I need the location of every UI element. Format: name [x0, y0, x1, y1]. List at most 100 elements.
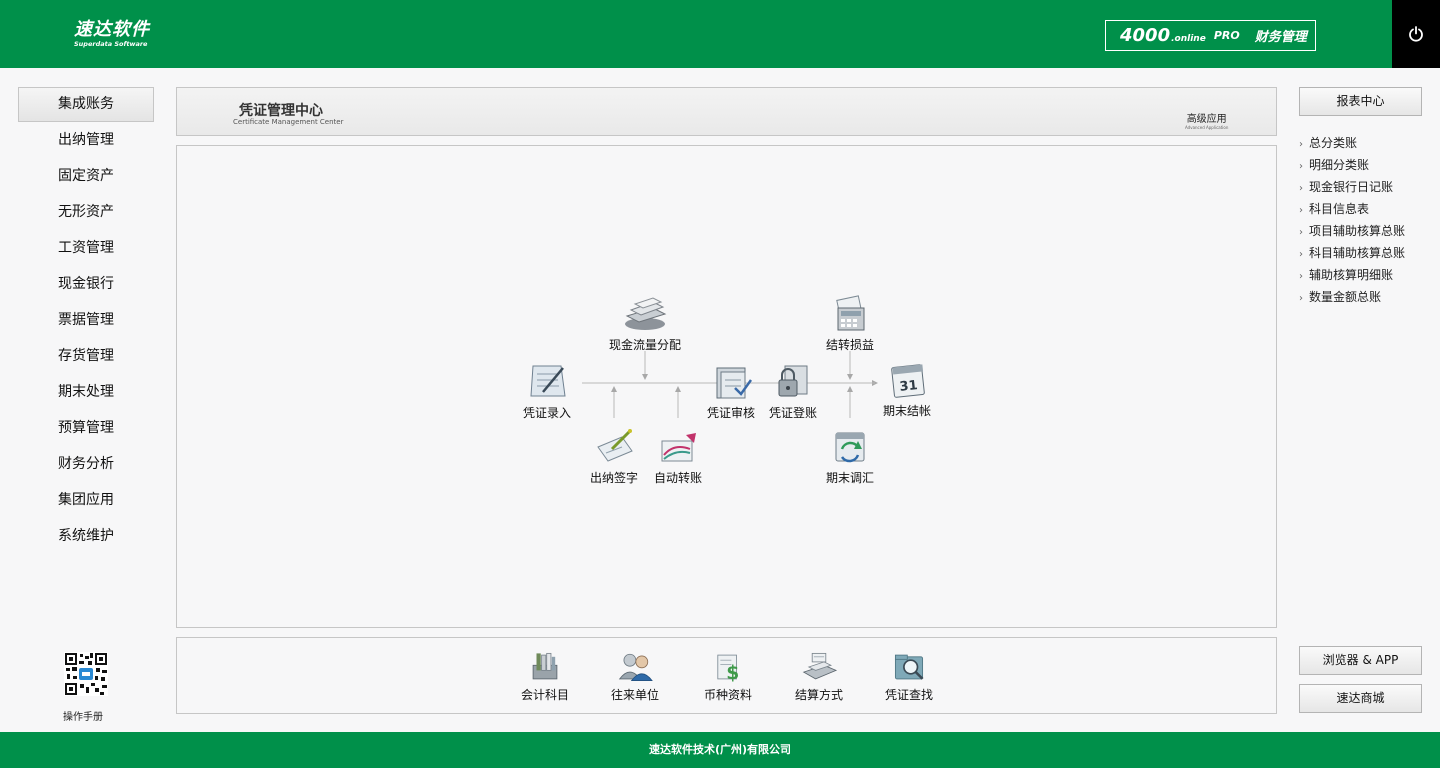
product-edition: PRO: [1213, 29, 1240, 42]
tools-panel: 会计科目 往来单位 $ 币种资料 结算方式 凭证查找: [176, 637, 1277, 714]
nav-system[interactable]: 系统维护: [18, 518, 154, 554]
product-badge: 4000 .online PRO 财务管理: [1105, 20, 1316, 51]
settlement-icon: [802, 652, 838, 680]
report-label: 辅助核算明细账: [1309, 268, 1394, 282]
top-header: 速达软件 Superdata Software 4000 .online PRO…: [0, 0, 1440, 68]
chevron-right-icon: ›: [1299, 139, 1303, 150]
nav-cashier[interactable]: 出纳管理: [18, 122, 154, 158]
nav-fixed-assets[interactable]: 固定资产: [18, 158, 154, 194]
nav-group[interactable]: 集团应用: [18, 482, 154, 518]
product-name: 财务管理: [1254, 30, 1307, 45]
period-close-label: 期末结帐: [882, 404, 931, 418]
flow-carry-profit[interactable]: 结转损益: [818, 294, 882, 353]
contacts-icon: [618, 653, 653, 682]
report-cash-bank-journal[interactable]: › 现金银行日记账: [1299, 176, 1434, 198]
tool-settlement[interactable]: 结算方式: [789, 650, 849, 703]
voucher-entry-label: 凭证录入: [522, 406, 571, 420]
flow-period-close[interactable]: 31 期末结帐: [876, 358, 938, 419]
report-subject-info[interactable]: › 科目信息表: [1299, 198, 1434, 220]
nav-cash-bank[interactable]: 现金银行: [18, 266, 154, 302]
carry-profit-icon: [836, 295, 865, 331]
logo-cn: 速达软件: [74, 19, 150, 40]
carry-profit-label: 结转损益: [825, 338, 874, 352]
footer-company: 速达软件技术(广州)有限公司: [648, 743, 792, 756]
report-quantity-amount[interactable]: › 数量金额总账: [1299, 286, 1434, 308]
chevron-right-icon: ›: [1299, 249, 1303, 260]
report-label: 数量金额总账: [1309, 290, 1382, 304]
report-label: 明细分类账: [1309, 158, 1370, 172]
report-general-ledger[interactable]: › 总分类账: [1299, 132, 1434, 154]
power-icon: [1409, 26, 1423, 42]
chevron-right-icon: ›: [1299, 205, 1303, 216]
flow-voucher-audit[interactable]: 凭证审核: [701, 362, 761, 421]
flow-cashier-sign[interactable]: 出纳签字: [583, 427, 645, 486]
tool-voucher-search[interactable]: 凭证查找: [879, 650, 939, 703]
voucher-audit-label: 凭证审核: [706, 406, 755, 420]
chevron-right-icon: ›: [1299, 161, 1303, 172]
voucher-post-icon: [778, 365, 808, 397]
chevron-right-icon: ›: [1299, 183, 1303, 194]
auto-transfer-label: 自动转账: [653, 471, 702, 485]
accounting-subjects-icon: [532, 652, 558, 680]
cashier-sign-icon: [597, 429, 633, 462]
advanced-application-link[interactable]: 高级应用 Advanced Application: [1185, 110, 1228, 130]
tool-accounting-subjects[interactable]: 会计科目: [515, 650, 575, 703]
voucher-search-label: 凭证查找: [884, 688, 933, 702]
cashier-sign-label: 出纳签字: [589, 471, 638, 485]
tool-currency[interactable]: $ 币种资料: [698, 650, 758, 703]
flow-voucher-post[interactable]: 凭证登账: [763, 362, 823, 421]
calendar-day: 31: [899, 378, 919, 395]
chevron-right-icon: ›: [1299, 227, 1303, 238]
report-subject-aux-ledger[interactable]: › 科目辅助核算总账: [1299, 242, 1434, 264]
title-panel: 凭证管理中心 Certificate Management Center 高级应…: [176, 87, 1277, 136]
power-button[interactable]: [1392, 0, 1440, 68]
footer: 速达软件技术(广州)有限公司: [0, 732, 1440, 768]
report-label: 项目辅助核算总账: [1309, 224, 1406, 238]
voucher-entry-icon: [530, 365, 566, 397]
nav-inventory[interactable]: 存货管理: [18, 338, 154, 374]
logo: 速达软件 Superdata Software: [74, 19, 150, 49]
flow-auto-transfer[interactable]: 自动转账: [647, 427, 709, 486]
nav-payroll[interactable]: 工资管理: [18, 230, 154, 266]
chevron-right-icon: ›: [1299, 293, 1303, 304]
browser-app-button[interactable]: 浏览器 & APP: [1299, 646, 1422, 675]
search-icon: [894, 654, 924, 680]
voucher-audit-icon: [716, 367, 753, 399]
settlement-label: 结算方式: [794, 688, 843, 702]
flow-voucher-entry[interactable]: 凭证录入: [517, 362, 577, 421]
page-subtitle: Certificate Management Center: [233, 118, 344, 126]
product-number: 4000: [1120, 25, 1171, 46]
svg-text:$: $: [726, 663, 739, 684]
report-list: › 总分类账 › 明细分类账 › 现金银行日记账 › 科目信息表 › 项目辅助核算总账 ›…: [1299, 132, 1434, 308]
manual-link[interactable]: 操作手册: [60, 652, 112, 723]
left-nav: 集成账务 出纳管理 固定资产 无形资产 工资管理 现金银行 票据管理 存货管理 …: [18, 87, 154, 554]
voucher-post-label: 凭证登账: [768, 406, 817, 420]
report-center-button[interactable]: 报表中心: [1299, 87, 1422, 116]
nav-intangible-assets[interactable]: 无形资产: [18, 194, 154, 230]
period-adjust-icon: [835, 432, 865, 463]
period-adjust-label: 期末调汇: [825, 471, 874, 485]
tool-contacts[interactable]: 往来单位: [605, 650, 665, 703]
nav-bills[interactable]: 票据管理: [18, 302, 154, 338]
report-aux-detail[interactable]: › 辅助核算明细账: [1299, 264, 1434, 286]
flow-panel: 凭证录入 现金流量分配 出纳签字 自动转账 凭证审核 凭证登账 结转损益 期末调…: [176, 145, 1277, 628]
advanced-sublabel: Advanced Application: [1185, 125, 1229, 130]
nav-financial-analysis[interactable]: 财务分析: [18, 446, 154, 482]
product-suffix: .online: [1171, 33, 1206, 44]
contacts-label: 往来单位: [610, 688, 659, 702]
nav-budget[interactable]: 预算管理: [18, 410, 154, 446]
report-detail-ledger[interactable]: › 明细分类账: [1299, 154, 1434, 176]
report-label: 总分类账: [1309, 136, 1358, 150]
logo-en: Superdata Software: [74, 40, 148, 48]
flow-cash-flow[interactable]: 现金流量分配: [605, 294, 685, 353]
nav-period-end[interactable]: 期末处理: [18, 374, 154, 410]
qr-code-icon: [64, 652, 108, 696]
advanced-label: 高级应用: [1186, 114, 1227, 125]
report-project-aux-ledger[interactable]: › 项目辅助核算总账: [1299, 220, 1434, 242]
mall-button[interactable]: 速达商城: [1299, 684, 1422, 713]
report-label: 现金银行日记账: [1309, 180, 1394, 194]
flow-period-adjust[interactable]: 期末调汇: [818, 427, 882, 486]
chevron-right-icon: ›: [1299, 271, 1303, 282]
nav-integrated-accounting[interactable]: 集成账务: [18, 87, 154, 122]
cash-flow-icon: [625, 297, 667, 330]
